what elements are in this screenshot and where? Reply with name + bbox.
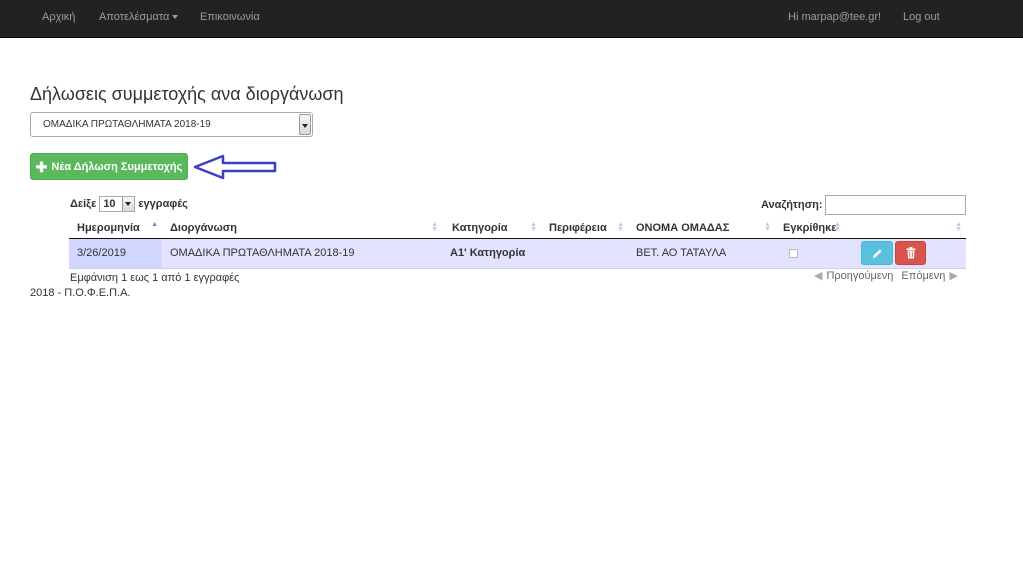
column-header-label: Διοργάνωση <box>170 221 238 234</box>
prev-arrow-icon[interactable]: ◀ <box>814 269 822 282</box>
cell-region <box>541 238 628 269</box>
column-header-label: Περιφέρεια <box>549 221 607 234</box>
dropdown-arrow-icon[interactable] <box>299 114 311 135</box>
column-header-region[interactable]: Περιφέρεια ▲ ▼ <box>541 218 628 239</box>
new-declaration-label: Νέα Δήλωση Συμμετοχής <box>51 160 183 173</box>
column-header-label: Ημερομηνία <box>77 221 140 234</box>
search-control: Αναζήτηση: <box>761 195 967 215</box>
page-length-value: 10 <box>103 198 116 210</box>
sort-both-icon: ▲ ▼ <box>834 221 841 233</box>
column-header-label: ΟΝΟΜΑ ΟΜΑΔΑΣ <box>636 221 730 234</box>
cell-competition: ΟΜΑΔΙΚΑ ΠΡΩΤΑΘΛΗΜΑΤΑ 2018-19 <box>162 238 442 269</box>
logout-link[interactable]: Log out <box>903 11 940 23</box>
approved-checkbox[interactable] <box>789 248 798 258</box>
column-header-team-name[interactable]: ΟΝΟΜΑ ΟΜΑΔΑΣ ▲ ▼ <box>628 218 775 239</box>
prev-page-link[interactable]: Προηγούμενη <box>826 270 893 282</box>
page-length-select[interactable]: 10 <box>99 196 136 212</box>
sort-asc-icon: ▲ <box>151 221 158 228</box>
nav-home-link[interactable]: Αρχική <box>42 11 75 23</box>
new-declaration-button[interactable]: ✚ Νέα Δήλωση Συμμετοχής <box>30 153 188 180</box>
competition-select[interactable]: ΟΜΑΔΙΚΑ ΠΡΩΤΑΘΛΗΜΑΤΑ 2018-19 <box>30 112 313 137</box>
delete-button[interactable] <box>895 241 926 265</box>
column-header-category[interactable]: Κατηγορία ▲ ▼ <box>442 218 541 239</box>
page-length-control: Δείξε 10 εγγραφές <box>70 196 188 212</box>
plus-icon: ✚ <box>35 158 48 175</box>
column-header-actions[interactable]: ▲ ▼ <box>845 218 966 239</box>
nav-results-label: Αποτελέσματα <box>99 11 170 23</box>
cell-approved <box>775 238 845 269</box>
page-title: Δήλωσεις συμμετοχής ανα διοργάνωση <box>30 84 344 104</box>
top-navbar: Αρχική Αποτελέσματα Επικοινωνία Hi marpa… <box>0 0 1023 38</box>
table-header-row: Ημερομηνία ▲ Διοργάνωση ▲ ▼ Κατηγορία ▲ ▼ Περ… <box>69 218 966 239</box>
edit-button[interactable] <box>861 241 893 265</box>
nav-results-dropdown[interactable]: Αποτελέσματα <box>99 11 179 23</box>
user-greeting-link[interactable]: Hi marpap@tee.gr! <box>788 11 881 23</box>
cell-date: 3/26/2019 <box>69 238 162 269</box>
column-header-date[interactable]: Ημερομηνία ▲ <box>69 218 162 239</box>
sort-both-icon: ▲ ▼ <box>431 221 438 233</box>
annotation-arrow-icon <box>193 154 277 180</box>
footer-text: 2018 - Π.Ο.Φ.Ε.Π.Α. <box>30 287 131 299</box>
declarations-table: Ημερομηνία ▲ Διοργάνωση ▲ ▼ Κατηγορία ▲ ▼ Περ… <box>69 218 966 269</box>
column-header-approved[interactable]: Εγκρίθηκε ▲ ▼ <box>775 218 845 239</box>
cell-category: Α1' Κατηγορία <box>442 238 541 269</box>
competition-select-value: ΟΜΑΔΙΚΑ ΠΡΩΤΑΘΛΗΜΑΤΑ 2018-19 <box>43 119 211 130</box>
sort-both-icon: ▲ ▼ <box>617 221 624 233</box>
dropdown-arrow-icon[interactable] <box>122 197 135 211</box>
pagination: ◀ Προηγούμενη Επόμενη ▶ <box>814 269 958 283</box>
records-label: εγγραφές <box>138 198 188 210</box>
table-info: Εμφάνιση 1 εως 1 από 1 εγγραφές <box>70 272 240 284</box>
cell-team-name: ΒΕΤ. ΑΟ ΤΑΤΑΥΛΑ <box>628 238 775 269</box>
caret-down-icon <box>172 15 179 20</box>
cell-actions <box>845 238 966 269</box>
next-page-link[interactable]: Επόμενη <box>901 270 945 282</box>
column-header-competition[interactable]: Διοργάνωση ▲ ▼ <box>162 218 442 239</box>
show-label: Δείξε <box>70 198 97 210</box>
pencil-icon <box>872 248 882 258</box>
search-input[interactable] <box>825 195 967 215</box>
nav-contact-link[interactable]: Επικοινωνία <box>200 11 260 23</box>
sort-both-icon: ▲ ▼ <box>955 221 962 233</box>
column-header-label: Κατηγορία <box>452 221 508 234</box>
search-label: Αναζήτηση: <box>761 199 823 211</box>
trash-icon <box>906 247 915 259</box>
sort-both-icon: ▲ ▼ <box>764 221 771 233</box>
table-row[interactable]: 3/26/2019 ΟΜΑΔΙΚΑ ΠΡΩΤΑΘΛΗΜΑΤΑ 2018-19 Α… <box>69 238 966 269</box>
sort-both-icon: ▲ ▼ <box>530 221 537 233</box>
next-arrow-icon[interactable]: ▶ <box>949 269 957 282</box>
column-header-label: Εγκρίθηκε <box>783 221 837 234</box>
